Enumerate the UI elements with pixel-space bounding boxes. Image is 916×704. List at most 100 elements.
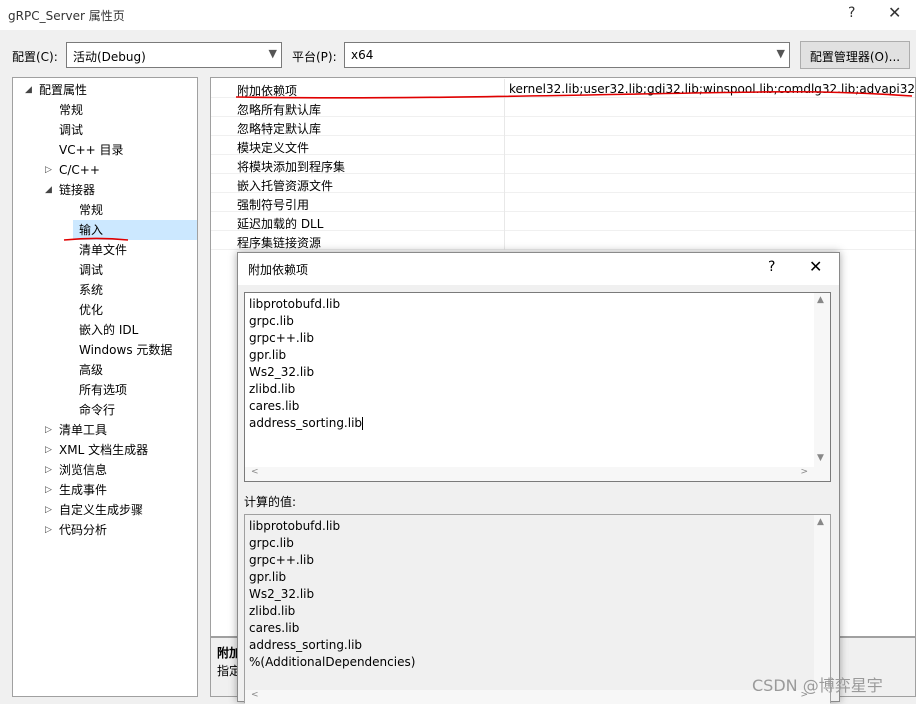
tree-item[interactable]: XML 文档生成器 — [59, 440, 148, 460]
property-name: 忽略特定默认库 — [237, 122, 322, 136]
tree-item[interactable]: 调试 — [59, 120, 83, 140]
tree-item[interactable]: 清单文件 — [79, 240, 127, 260]
tree-item[interactable]: 系统 — [79, 280, 103, 300]
tree-item[interactable]: 命令行 — [79, 400, 115, 420]
scroll-up-icon[interactable]: ▲ — [817, 517, 824, 527]
tree-item[interactable]: 所有选项 — [79, 380, 127, 400]
property-row[interactable]: 延迟加载的 DLL — [211, 212, 915, 231]
computed-values-label: 计算的值: — [244, 495, 297, 509]
expand-icon[interactable]: ▷ — [45, 460, 52, 480]
property-row[interactable]: 嵌入托管资源文件 — [211, 174, 915, 193]
property-name: 嵌入托管资源文件 — [237, 179, 334, 193]
expand-icon[interactable]: ▷ — [45, 420, 52, 440]
tree-item[interactable]: Windows 元数据 — [79, 340, 172, 360]
dialog-close-icon[interactable]: ✕ — [809, 257, 822, 276]
config-select-value: 活动(Debug) — [73, 50, 146, 64]
config-toolbar: 配置(C): 活动(Debug) ▼ 平台(P): x64 ▼ 配置管理器(O)… — [0, 38, 916, 72]
tree-item[interactable]: 输入 — [73, 220, 197, 240]
editor-line-text: grpc++.lib — [249, 331, 314, 345]
expand-icon[interactable]: ▷ — [45, 520, 52, 540]
tree-item-label: 常规 — [79, 203, 104, 217]
tree-item[interactable]: C/C++ — [59, 160, 100, 180]
tree-item[interactable]: 优化 — [79, 300, 103, 320]
scroll-left-icon[interactable]: < — [251, 467, 259, 477]
expand-icon[interactable]: ▷ — [45, 480, 52, 500]
tree-item[interactable]: 常规 — [59, 100, 83, 120]
column-divider — [504, 155, 505, 174]
tree-item[interactable]: 生成事件 — [59, 480, 107, 500]
expand-icon[interactable]: ▷ — [45, 160, 52, 180]
dependencies-editor[interactable]: ▲ ▼ < > libprotobufd.lib grpc.lib grpc++.l… — [244, 292, 831, 482]
scroll-left-icon[interactable]: < — [251, 690, 259, 700]
tree-item-label: 清单文件 — [79, 243, 128, 257]
close-icon[interactable]: ✕ — [888, 3, 901, 22]
column-divider — [504, 231, 505, 250]
tree-item-label: 系统 — [79, 283, 104, 297]
editor-line: grpc.lib — [249, 314, 294, 328]
editor-line-text: libprotobufd.lib — [249, 297, 341, 311]
property-row[interactable]: 强制符号引用 — [211, 193, 915, 212]
property-row[interactable]: 程序集链接资源 — [211, 231, 915, 250]
editor-line: address_sorting.lib — [249, 416, 364, 430]
column-divider — [504, 117, 505, 136]
column-divider — [504, 193, 505, 212]
property-row[interactable]: 将模块添加到程序集 — [211, 155, 915, 174]
help-icon[interactable]: ? — [848, 5, 855, 21]
editor-line: libprotobufd.lib — [249, 297, 340, 311]
scroll-right-icon[interactable]: > — [800, 467, 808, 477]
scroll-down-icon[interactable]: ▼ — [817, 453, 824, 463]
property-row[interactable]: 忽略所有默认库 — [211, 98, 915, 117]
computed-line: address_sorting.lib — [249, 638, 363, 652]
tree-item-label: 调试 — [79, 263, 104, 277]
editor-line: grpc++.lib — [249, 331, 314, 345]
tree-item[interactable]: 配置属性 — [39, 80, 87, 100]
tree-item[interactable]: VC++ 目录 — [59, 140, 124, 160]
dialog-help-icon[interactable]: ? — [768, 259, 775, 275]
tree-item[interactable]: 浏览信息 — [59, 460, 107, 480]
tree-item[interactable]: 高级 — [79, 360, 103, 380]
tree-item[interactable]: 常规 — [79, 200, 103, 220]
property-row[interactable]: 忽略特定默认库 — [211, 117, 915, 136]
editor-line: zlibd.lib — [249, 382, 295, 396]
config-select[interactable]: 活动(Debug) ▼ — [66, 42, 282, 68]
editor-line-text: gpr.lib — [249, 348, 287, 362]
tree-item-label: Windows 元数据 — [79, 343, 173, 357]
property-tree: 配置属性 ◢ 常规 调试 VC++ 目录 C/C++ ▷ 链接器 ◢ 常规 输入 清单文件 调试 系统 优化… — [12, 77, 198, 697]
tree-item-label: 配置属性 — [39, 83, 88, 97]
property-value: kernel32.lib;user32.lib;gdi32.lib;winspo… — [509, 82, 916, 96]
tree-item-label: 生成事件 — [59, 483, 108, 497]
config-manager-button[interactable]: 配置管理器(O)... — [800, 41, 910, 69]
editor-line-text: zlibd.lib — [249, 382, 296, 396]
tree-item[interactable]: 嵌入的 IDL — [79, 320, 138, 340]
tree-item[interactable]: 代码分析 — [59, 520, 107, 540]
expand-icon[interactable]: ▷ — [45, 500, 52, 520]
property-row[interactable]: 附加依赖项 kernel32.lib;user32.lib;gdi32.lib;w… — [211, 79, 916, 98]
editor-line: Ws2_32.lib — [249, 365, 314, 379]
editor-line: cares.lib — [249, 399, 299, 413]
horizontal-scrollbar[interactable]: < > — [245, 467, 830, 481]
dialog-titlebar: 附加依赖项 ? ✕ — [238, 253, 839, 285]
computed-line: %(AdditionalDependencies) — [249, 655, 416, 669]
property-row[interactable]: 模块定义文件 — [211, 136, 915, 155]
tree-item[interactable]: 自定义生成步骤 — [59, 500, 143, 520]
tree-item-label: C/C++ — [59, 163, 100, 177]
editor-line-text: grpc.lib — [249, 314, 294, 328]
property-name: 延迟加载的 DLL — [237, 217, 324, 231]
tree-item-label: 嵌入的 IDL — [79, 323, 139, 337]
platform-label: 平台(P): — [292, 50, 337, 64]
tree-item[interactable]: 清单工具 — [59, 420, 107, 440]
column-divider — [504, 136, 505, 155]
scroll-up-icon[interactable]: ▲ — [817, 295, 824, 305]
additional-dependencies-dialog: 附加依赖项 ? ✕ ▲ ▼ < > libprotobufd.lib grpc.l… — [237, 252, 840, 704]
platform-select[interactable]: x64 ▼ — [344, 42, 790, 68]
vertical-scrollbar[interactable]: ▲ ▼ — [814, 293, 830, 481]
column-divider — [504, 98, 505, 117]
expand-icon[interactable]: ▷ — [45, 440, 52, 460]
computed-values-box: ▲ < > libprotobufd.lib grpc.lib grpc++.lib… — [244, 514, 831, 704]
computed-line: gpr.lib — [249, 570, 287, 584]
collapse-icon[interactable]: ◢ — [45, 180, 52, 200]
collapse-icon[interactable]: ◢ — [25, 80, 32, 100]
tree-item[interactable]: 链接器 — [59, 180, 95, 200]
column-divider — [504, 174, 505, 193]
tree-item[interactable]: 调试 — [79, 260, 103, 280]
